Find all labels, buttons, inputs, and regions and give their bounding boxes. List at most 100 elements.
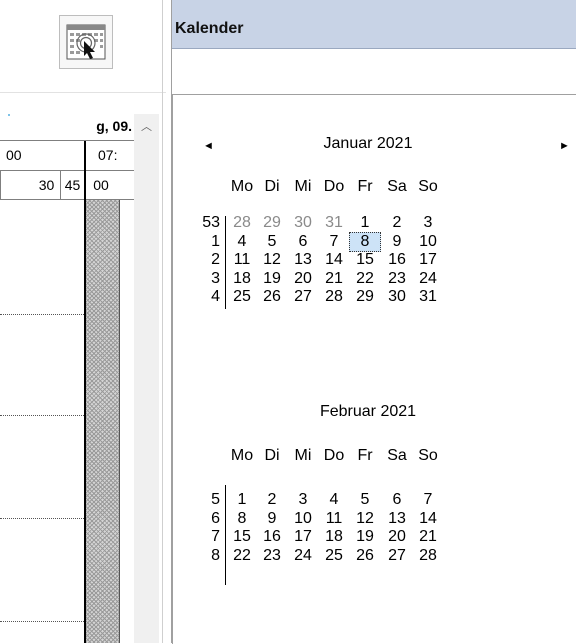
day-cell[interactable]: 21 [319, 270, 349, 288]
minute-label: 00 [93, 177, 109, 193]
day-cell[interactable]: 12 [257, 251, 287, 269]
day-cell[interactable]: 4 [319, 491, 349, 509]
day-cell-today[interactable]: 8 [349, 231, 381, 252]
day-cell[interactable]: 10 [413, 233, 443, 251]
day-cell[interactable]: 28 [227, 214, 257, 232]
calendar-title-bar: Kalender [172, 0, 576, 49]
day-cell[interactable]: 16 [382, 251, 412, 269]
day-cell[interactable]: 20 [288, 270, 318, 288]
day-cell[interactable]: 26 [257, 288, 287, 306]
day-cell[interactable]: 25 [319, 547, 349, 565]
minute-label: 30 [33, 171, 61, 199]
day-name: Do [323, 178, 345, 195]
day-cell[interactable]: 11 [319, 510, 349, 528]
day-cell[interactable]: 1 [227, 491, 257, 509]
week-number: 1 [211, 232, 220, 250]
day-cell[interactable]: 17 [413, 251, 443, 269]
week-number-separator [225, 485, 226, 585]
unavailable-time-block[interactable] [86, 200, 120, 643]
day-cell[interactable]: 17 [288, 528, 318, 546]
day-name: So [418, 178, 438, 195]
day-cell[interactable]: 2 [382, 214, 412, 232]
day-name: Mi [294, 447, 312, 464]
minute-row: 30 45 00 [0, 171, 134, 200]
minute-label: 45 [61, 171, 85, 199]
day-cell[interactable]: 23 [382, 270, 412, 288]
week-number: 53 [202, 214, 220, 231]
day-cell[interactable]: 21 [413, 528, 443, 546]
day-cell[interactable]: 27 [382, 547, 412, 565]
day-cell[interactable]: 13 [288, 251, 318, 269]
day-cell[interactable]: 22 [350, 270, 380, 288]
day-cell[interactable]: 31 [319, 214, 349, 232]
day-cell[interactable]: 15 [227, 528, 257, 546]
day-cell[interactable]: 13 [382, 510, 412, 528]
day-cell[interactable]: 16 [257, 528, 287, 546]
day-cell[interactable]: 25 [227, 288, 257, 306]
day-cell[interactable]: 24 [288, 547, 318, 565]
time-gridline [0, 415, 84, 416]
vertical-scrollbar[interactable]: ︿ [134, 114, 159, 643]
day-cell[interactable]: 19 [257, 270, 287, 288]
calendar-title: Kalender [175, 20, 244, 37]
day-cell[interactable]: 18 [227, 270, 257, 288]
week-number-separator [225, 216, 226, 309]
day-cell[interactable]: 5 [350, 491, 380, 509]
day-cell[interactable]: 23 [257, 547, 287, 565]
day-name: Mo [230, 178, 254, 195]
day-cell[interactable]: 15 [350, 251, 380, 269]
hour-label: 07: [98, 147, 118, 163]
day-cell[interactable]: 14 [413, 510, 443, 528]
day-cell[interactable]: 8 [227, 510, 257, 528]
date-header-text: g, 09. [96, 118, 132, 134]
day-cell[interactable]: 29 [350, 288, 380, 306]
schedule-toolbar [0, 0, 166, 93]
day-name: Sa [387, 178, 407, 195]
day-cell[interactable]: 3 [413, 214, 443, 232]
week-number: 3 [211, 269, 220, 287]
day-cell[interactable]: 11 [227, 251, 257, 269]
day-cell[interactable]: 7 [319, 233, 349, 251]
prev-month-arrow-icon[interactable]: ◄ [203, 140, 214, 152]
next-month-arrow-icon[interactable]: ► [559, 140, 570, 152]
day-cell[interactable]: 20 [382, 528, 412, 546]
day-cell[interactable]: 24 [413, 270, 443, 288]
day-cell[interactable]: 2 [257, 491, 287, 509]
day-cell[interactable]: 22 [227, 547, 257, 565]
month-title[interactable]: Februar 2021 [268, 403, 468, 421]
calendar-touch-icon [66, 24, 106, 60]
day-cell[interactable]: 31 [413, 288, 443, 306]
day-name: Fr [357, 178, 373, 195]
day-cell[interactable]: 18 [319, 528, 349, 546]
day-cell[interactable]: 19 [350, 528, 380, 546]
day-cell[interactable]: 28 [319, 288, 349, 306]
day-name: Do [323, 447, 345, 464]
day-name: Di [264, 447, 280, 464]
day-cell[interactable]: 1 [350, 214, 380, 232]
day-cell[interactable]: 7 [413, 491, 443, 509]
day-cell[interactable]: 6 [288, 233, 318, 251]
day-cell[interactable]: 30 [382, 288, 412, 306]
hour-row: 00 07: [0, 141, 134, 171]
day-cell[interactable]: 27 [288, 288, 318, 306]
pane-splitter[interactable] [162, 0, 163, 643]
day-cell[interactable]: 26 [350, 547, 380, 565]
day-cell[interactable]: 6 [382, 491, 412, 509]
day-cell[interactable]: 30 [288, 214, 318, 232]
month-title[interactable]: Januar 2021 [268, 135, 468, 153]
day-cell[interactable]: 29 [257, 214, 287, 232]
scroll-up-arrow-icon[interactable]: ︿ [141, 118, 152, 134]
day-name: Sa [387, 447, 407, 464]
day-cell[interactable]: 12 [350, 510, 380, 528]
day-cell[interactable]: 28 [413, 547, 443, 565]
day-cell[interactable]: 9 [382, 233, 412, 251]
day-cell[interactable]: 10 [288, 510, 318, 528]
day-cell[interactable]: 4 [227, 233, 257, 251]
day-name: Mi [294, 178, 312, 195]
calendar-touch-button[interactable] [59, 15, 113, 69]
day-cell[interactable]: 3 [288, 491, 318, 509]
day-cell[interactable]: 5 [257, 233, 287, 251]
day-cell[interactable]: 9 [257, 510, 287, 528]
day-cell[interactable]: 14 [319, 251, 349, 269]
hour-label: 00 [6, 147, 22, 163]
